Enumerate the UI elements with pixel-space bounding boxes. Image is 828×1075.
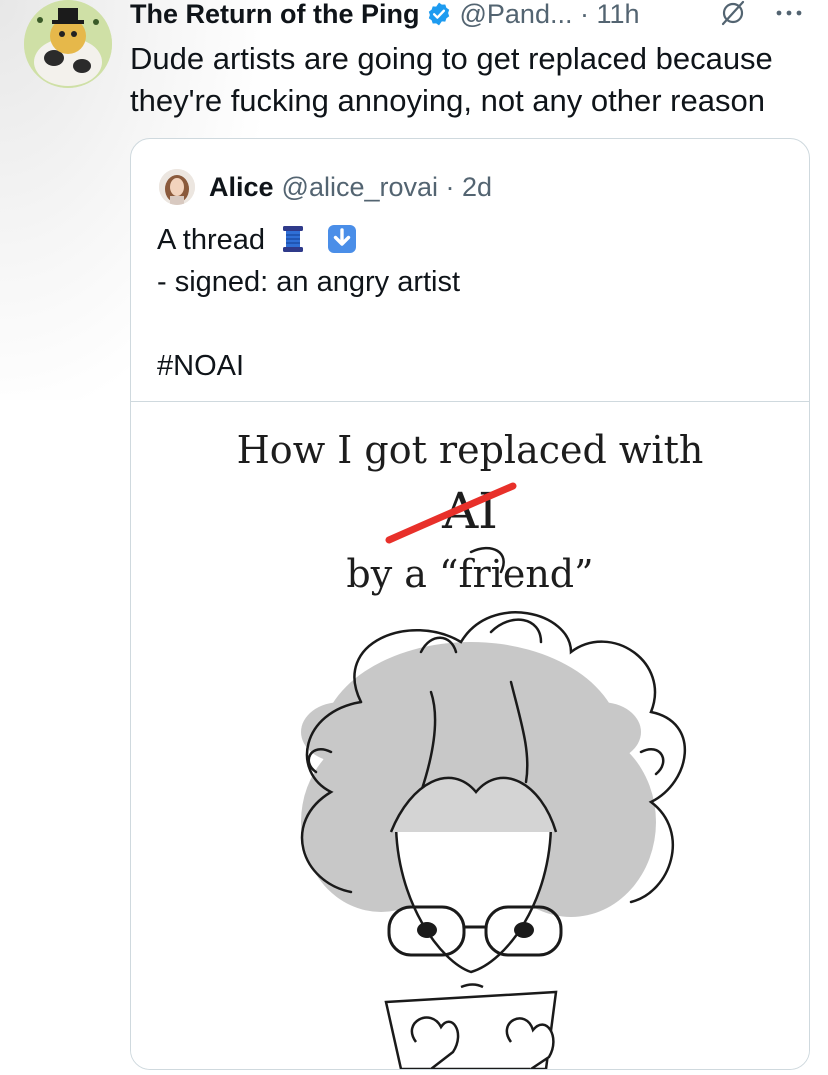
author-avatar[interactable] (24, 0, 112, 88)
tweet-text: Dude artists are going to get replaced b… (130, 38, 810, 122)
author-handle-time[interactable]: @Pand... · 11h (460, 0, 640, 30)
quoted-author-name[interactable]: Alice (209, 172, 274, 203)
grok-icon[interactable] (718, 0, 748, 28)
quoted-media-image[interactable]: How I got replaced with AI by a “friend” (131, 402, 809, 1069)
quoted-line-2: - signed: an angry artist (157, 266, 461, 298)
spool-of-thread-emoji (283, 226, 304, 252)
verified-badge-icon (428, 2, 449, 26)
quoted-author-handle-time[interactable]: @alice_rovai · 2d (282, 172, 493, 203)
down-arrow-emoji (328, 225, 357, 253)
author-display-name[interactable]: The Return of the Ping (130, 0, 420, 30)
quoted-thread-text: A thread (157, 224, 266, 256)
more-icon[interactable] (772, 0, 806, 28)
quoted-blank-line (157, 303, 787, 345)
quoted-tweet-text: A thread - signed: an angry artist #NOAI (157, 219, 787, 387)
tweet-header: The Return of the Ping @Pand... · 11h (130, 0, 640, 32)
quoted-hashtag[interactable]: #NOAI (157, 345, 787, 387)
tweet-text-line: Dude artists are going to get replaced b… (130, 41, 773, 76)
quoted-line-1: A thread (157, 219, 787, 261)
quoted-author-avatar[interactable] (159, 169, 195, 205)
avatar-image (24, 0, 112, 88)
tweet-text-line: they're fucking annoying, not any other … (130, 83, 765, 118)
quoted-tweet-header: Alice @alice_rovai · 2d (159, 169, 492, 205)
quoted-avatar-image (159, 169, 195, 205)
tweet-actions (718, 0, 806, 28)
comic-drawing (300, 546, 687, 1069)
quoted-tweet-card[interactable]: Alice @alice_rovai · 2d A thread - signe… (130, 138, 810, 1070)
